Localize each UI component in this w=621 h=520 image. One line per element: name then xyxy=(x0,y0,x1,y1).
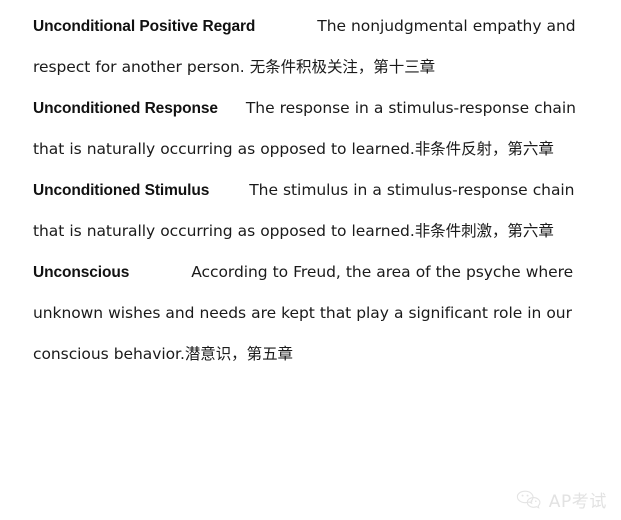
wechat-icon xyxy=(516,489,542,511)
glossary-list: Unconditional Positive Regard The nonjudg… xyxy=(33,0,588,375)
glossary-term: Unconscious xyxy=(33,264,130,281)
glossary-entry: Unconscious According to Freud, the area … xyxy=(33,252,588,375)
glossary-term: Unconditional Positive Regard xyxy=(33,18,256,35)
glossary-entry: Unconditioned Response The response in a … xyxy=(33,88,588,170)
glossary-term: Unconditioned Stimulus xyxy=(33,182,210,199)
glossary-term: Unconditioned Response xyxy=(33,100,218,117)
watermark: AP考试 xyxy=(516,487,607,512)
glossary-entry: Unconditional Positive Regard The nonjudg… xyxy=(33,6,588,88)
watermark-label: AP考试 xyxy=(548,492,607,512)
glossary-entry: Unconditioned Stimulus The stimulus in a … xyxy=(33,170,588,252)
